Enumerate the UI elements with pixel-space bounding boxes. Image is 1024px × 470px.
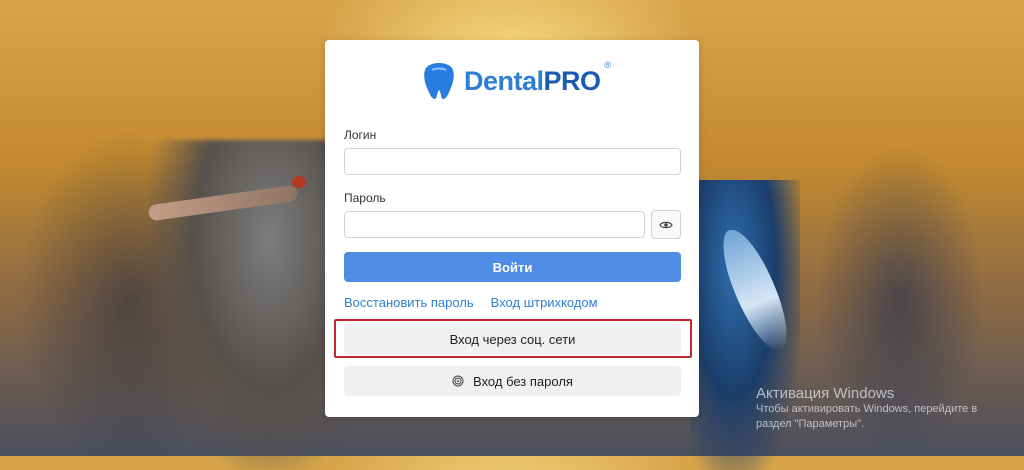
barcode-login-link[interactable]: Вход штрихкодом xyxy=(491,295,598,310)
password-input[interactable] xyxy=(344,211,645,238)
eye-icon xyxy=(659,221,673,228)
password-label: Пароль xyxy=(344,191,386,205)
background-bird-left xyxy=(150,140,350,470)
fingerprint-icon xyxy=(452,375,464,387)
background-bird-eye xyxy=(292,176,306,188)
watermark-text: Чтобы активировать Windows, перейдите в … xyxy=(756,403,978,430)
watermark-title: Активация Windows xyxy=(756,385,895,402)
tooth-icon xyxy=(424,63,454,99)
dentalpro-logo: DentalPRO ® xyxy=(422,59,611,100)
login-label: Логин xyxy=(344,128,377,142)
login-input[interactable] xyxy=(344,148,681,175)
logo-text: DentalPRO ® xyxy=(464,59,611,96)
passwordless-login-button[interactable]: Вход без пароля xyxy=(344,366,681,396)
show-password-button[interactable] xyxy=(651,210,681,239)
login-submit-button[interactable]: Войти xyxy=(344,252,681,282)
passwordless-label: Вход без пароля xyxy=(473,373,573,389)
restore-password-link[interactable]: Восстановить пароль xyxy=(344,295,474,310)
social-login-button[interactable]: Вход через соц. сети xyxy=(344,324,681,354)
login-card: DentalPRO ® Логин Пароль Войти Восстанови… xyxy=(325,40,699,417)
auth-links: Восстановить пароль Вход штрихкодом xyxy=(344,295,598,310)
windows-activation-watermark: Активация Windows Чтобы активировать Win… xyxy=(756,385,1006,432)
